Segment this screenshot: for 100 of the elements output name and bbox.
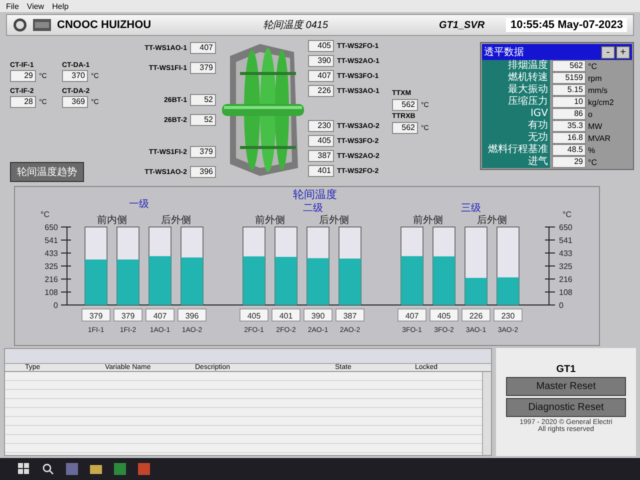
menu-item[interactable]: Help bbox=[52, 2, 69, 10]
side-label: 前外侧 bbox=[413, 215, 443, 226]
bar-value: 387 bbox=[336, 308, 364, 322]
parameter-label: 燃料行程基准 bbox=[482, 144, 550, 156]
side-label: 后外侧 bbox=[319, 215, 349, 226]
value-field: 28 bbox=[10, 96, 36, 108]
screen-title: 轮间温度 0415 bbox=[263, 18, 330, 32]
bar-value: 226 bbox=[462, 308, 490, 322]
bar-value: 379 bbox=[82, 308, 110, 322]
app-icon[interactable] bbox=[138, 463, 150, 475]
bar-value: 401 bbox=[272, 308, 300, 322]
server-name: GT1_SVR bbox=[439, 20, 486, 30]
menu-item[interactable]: View bbox=[26, 2, 44, 10]
tick-label: 0 bbox=[54, 301, 58, 310]
app-icon[interactable] bbox=[66, 463, 78, 475]
value-field: 29 bbox=[552, 156, 586, 168]
search-icon[interactable] bbox=[42, 463, 54, 475]
bar bbox=[243, 256, 265, 305]
value-field: 48.5 bbox=[552, 144, 586, 156]
unit-label: % bbox=[588, 146, 596, 154]
data-label: 405 bbox=[247, 312, 262, 320]
data-label: 407 bbox=[153, 312, 168, 320]
chart-title: 轮间温度 bbox=[293, 188, 337, 201]
zoom-button[interactable]: - bbox=[601, 46, 615, 58]
tick-label: 216 bbox=[44, 275, 58, 284]
bar-value: 230 bbox=[494, 308, 522, 322]
parameter-label: IGV bbox=[482, 108, 550, 120]
unit-label: MW bbox=[588, 122, 602, 130]
trend-button[interactable]: 轮间温度趋势 bbox=[10, 162, 84, 182]
bar-value: 405 bbox=[430, 308, 458, 322]
bar bbox=[181, 257, 203, 305]
value-field: 562 bbox=[392, 122, 418, 134]
stage-label: 一级 bbox=[129, 199, 149, 210]
bar-value: 407 bbox=[398, 308, 426, 322]
data-label: 401 bbox=[279, 312, 294, 320]
axis-unit: °C bbox=[562, 210, 572, 219]
unit-label: °C bbox=[588, 158, 597, 166]
tick-label: 650 bbox=[559, 223, 572, 232]
parameter-label: 燃机转速 bbox=[482, 72, 550, 84]
value-field: 52 bbox=[190, 94, 216, 106]
panel-title: 透平数据 bbox=[484, 46, 525, 59]
tick-label: 541 bbox=[44, 236, 58, 245]
value-field: 405 bbox=[308, 40, 334, 52]
value-field: 390 bbox=[308, 55, 334, 67]
reset-button[interactable]: Master Reset bbox=[506, 377, 626, 396]
value-field: 387 bbox=[308, 150, 334, 162]
app-icon[interactable] bbox=[114, 463, 126, 475]
value-field: 35.3 bbox=[552, 120, 586, 132]
data-label: 230 bbox=[501, 312, 516, 320]
bar bbox=[149, 256, 171, 305]
unit-label: rpm bbox=[588, 74, 602, 82]
value-field: 370 bbox=[62, 70, 88, 82]
data-label: 226 bbox=[469, 312, 484, 320]
data-label: 387 bbox=[343, 312, 358, 320]
value-field: 379 bbox=[190, 62, 216, 74]
stage-label: 三级 bbox=[461, 203, 481, 214]
parameter-label: 最大振动 bbox=[482, 84, 550, 96]
time-text: 10:55:45 bbox=[510, 19, 554, 31]
parameter-label: 进气 bbox=[482, 156, 550, 168]
bar-value: 379 bbox=[114, 308, 142, 322]
value-field: 230 bbox=[308, 120, 334, 132]
bar bbox=[465, 278, 487, 305]
value-field: 379 bbox=[190, 146, 216, 158]
unit-label: MVAR bbox=[588, 134, 611, 142]
tick-label: 216 bbox=[559, 275, 572, 284]
zoom-button[interactable]: + bbox=[616, 46, 630, 58]
bar bbox=[275, 256, 297, 305]
folder-icon[interactable] bbox=[90, 463, 102, 475]
logo-icon bbox=[13, 18, 27, 32]
bar bbox=[307, 258, 329, 305]
tick-label: 108 bbox=[559, 288, 572, 297]
value-field: 52 bbox=[190, 114, 216, 126]
bar bbox=[339, 258, 361, 305]
bar bbox=[85, 260, 107, 305]
company-name: CNOOC HUIZHOU bbox=[57, 19, 152, 31]
tick-label: 433 bbox=[44, 249, 58, 258]
tick-label: 325 bbox=[559, 262, 572, 271]
data-label: 379 bbox=[89, 312, 104, 320]
value-field: 407 bbox=[190, 42, 216, 54]
data-label: 396 bbox=[185, 312, 200, 320]
start-icon[interactable] bbox=[18, 463, 30, 475]
bar bbox=[497, 277, 519, 305]
date-text: May-07-2023 bbox=[558, 19, 623, 31]
bar bbox=[117, 260, 139, 305]
tick-label: 433 bbox=[559, 249, 572, 258]
unit-label: mm/s bbox=[588, 86, 608, 94]
bar-value: 390 bbox=[304, 308, 332, 322]
bar-value: 396 bbox=[178, 308, 206, 322]
value-field: 562 bbox=[392, 99, 418, 111]
value-field: 226 bbox=[308, 85, 334, 97]
bar-value: 407 bbox=[146, 308, 174, 322]
value-field: 369 bbox=[62, 96, 88, 108]
scrollbar[interactable] bbox=[482, 372, 491, 455]
menu-item[interactable]: File bbox=[6, 2, 19, 10]
value-field: 5159 bbox=[552, 72, 586, 84]
side-label: 前内侧 bbox=[97, 215, 127, 226]
tick-label: 650 bbox=[44, 223, 58, 232]
tick-label: 541 bbox=[559, 236, 572, 245]
value-field: 16.8 bbox=[552, 132, 586, 144]
reset-button[interactable]: Diagnostic Reset bbox=[506, 398, 626, 417]
